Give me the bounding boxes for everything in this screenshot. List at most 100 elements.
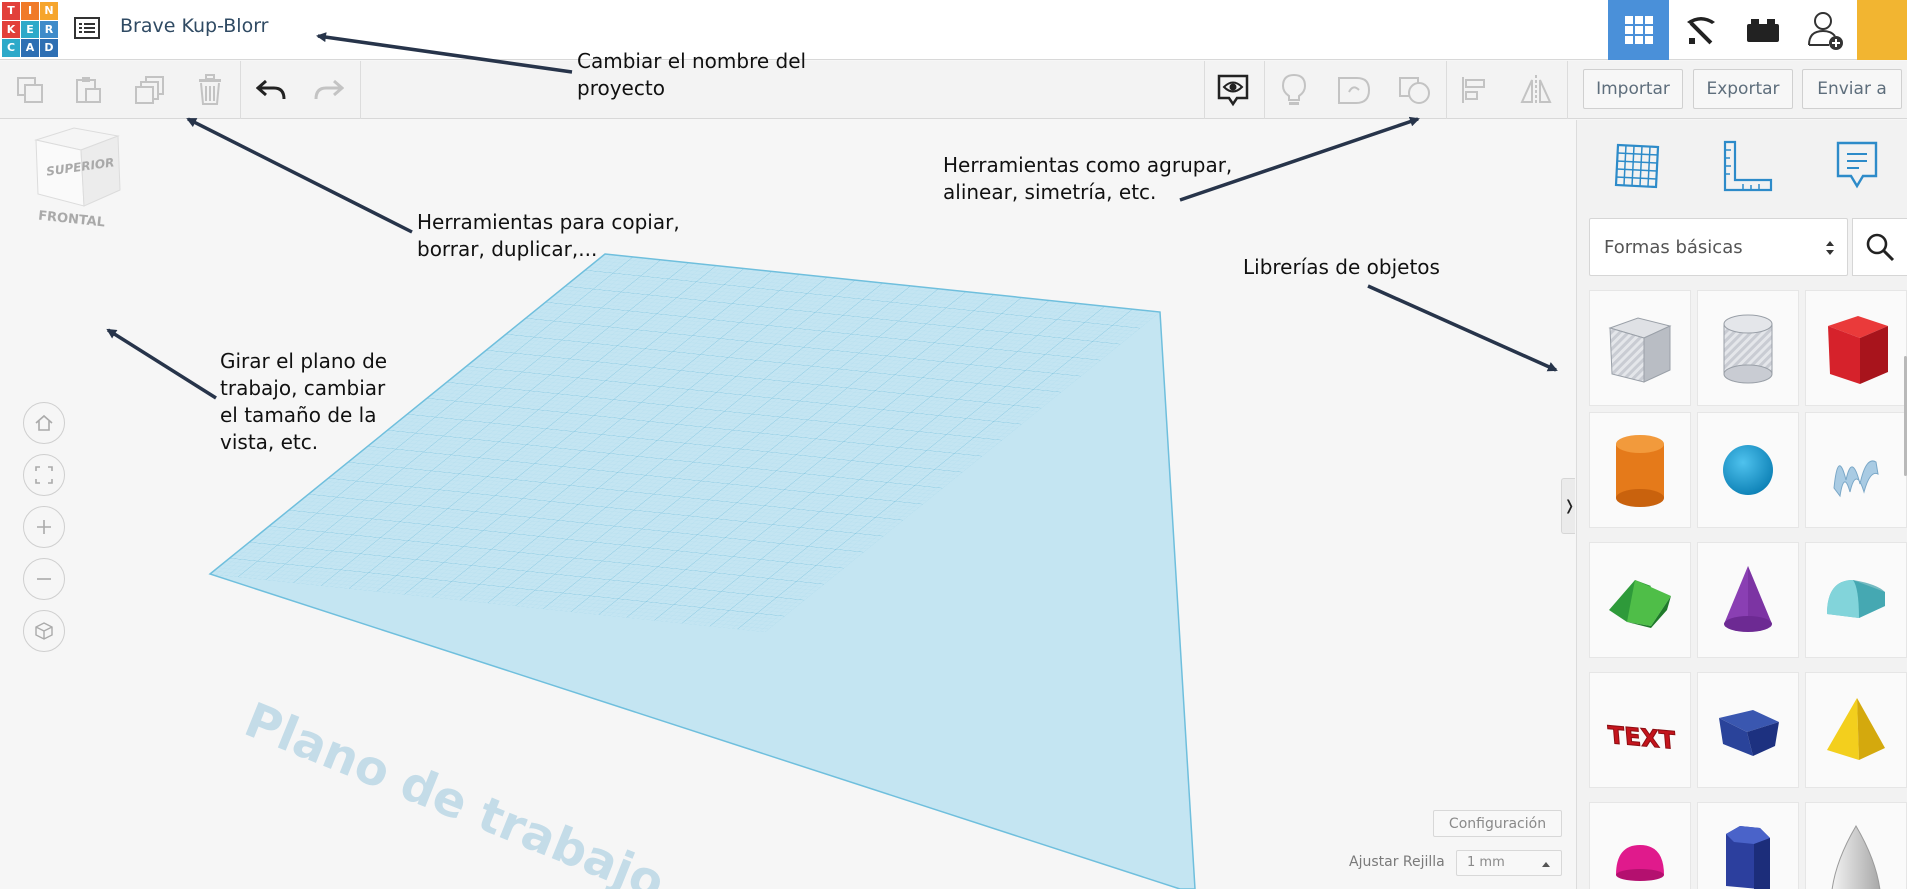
project-name[interactable]: Brave Kup-Blorr	[120, 15, 268, 37]
caret-up-icon	[1542, 862, 1550, 867]
export-button[interactable]: Exportar	[1693, 69, 1793, 109]
shape-wedge[interactable]	[1697, 672, 1799, 788]
shape-cylinder[interactable]	[1589, 412, 1691, 528]
plus-icon	[37, 520, 51, 534]
yellow-pyramid-icon	[1827, 698, 1885, 760]
library-select[interactable]: Formas básicas	[1589, 218, 1848, 276]
mirror-button[interactable]	[1516, 71, 1556, 109]
annotation-view-controls: Girar el plano de trabajo, cambiar el ta…	[220, 348, 387, 456]
workplane-grid-icon	[1614, 143, 1660, 189]
shape-cone[interactable]	[1697, 542, 1799, 658]
logo-letter: K	[2, 20, 20, 38]
shape-polygon[interactable]	[1697, 802, 1799, 889]
annotation-line: el tamaño de la	[220, 403, 377, 427]
gray-paraboloid-icon	[1831, 825, 1881, 889]
zoom-in-button[interactable]	[23, 506, 65, 548]
shape-cylinder-hole[interactable]	[1697, 290, 1799, 406]
redo-icon	[314, 79, 344, 100]
cylinder-hole-icon	[1723, 314, 1773, 384]
toolbar-separator	[1204, 61, 1205, 119]
scribble-icon	[1833, 460, 1879, 498]
snap-grid-select[interactable]: 1 mm	[1456, 850, 1562, 876]
shape-half-sphere[interactable]	[1589, 802, 1691, 889]
annotation-line: vista, etc.	[220, 430, 319, 454]
account-button[interactable]	[1794, 0, 1855, 60]
toolbar-separator	[1567, 61, 1568, 119]
annotation-line: Girar el plano de	[220, 349, 388, 373]
green-roof-icon	[1609, 580, 1671, 628]
annotation-line: proyecto	[577, 76, 665, 100]
group-icon	[1338, 77, 1371, 104]
fit-view-button[interactable]	[23, 454, 65, 496]
annotation-line: Herramientas para copiar,	[417, 210, 680, 234]
shape-pyramid[interactable]	[1805, 672, 1907, 788]
duplicate-button[interactable]	[130, 71, 170, 109]
annotation-library: Librerías de objetos	[1243, 255, 1440, 279]
workplane-grid[interactable]	[0, 120, 1575, 889]
list-icon	[74, 17, 100, 39]
tinkercad-logo[interactable]: T I N K E R C A D	[2, 2, 58, 57]
home-view-button[interactable]	[23, 402, 65, 444]
logo-letter: T	[2, 2, 20, 20]
blocks-view-button[interactable]	[1670, 0, 1731, 60]
paste-icon	[76, 77, 101, 103]
align-button[interactable]	[1455, 71, 1495, 109]
copy-button[interactable]	[10, 71, 50, 109]
top-bar: T I N K E R C A D Brave Kup-Blorr	[0, 0, 1907, 60]
search-icon	[1866, 233, 1895, 262]
pickaxe-icon	[1686, 17, 1715, 45]
edit-toolbar: Importar Exportar Enviar a	[0, 61, 1907, 119]
bricks-view-button[interactable]	[1732, 0, 1793, 60]
teal-round-roof-icon	[1827, 580, 1885, 618]
annotation-line: trabajo, cambiar	[220, 376, 386, 400]
logo-letter: D	[40, 39, 58, 57]
shape-box-hole[interactable]	[1589, 290, 1691, 406]
workplane-area[interactable]: Plano de trabajo SUPERIOR FRONTAL Config…	[0, 120, 1575, 889]
shape-paraboloid[interactable]	[1805, 802, 1907, 889]
settings-button[interactable]: Configuración	[1433, 810, 1562, 837]
group-button[interactable]	[1334, 71, 1374, 109]
shape-text[interactable]: TEXT	[1589, 672, 1691, 788]
annotation-line: Herramientas como agrupar,	[943, 153, 1233, 177]
perspective-button[interactable]	[23, 610, 65, 652]
shape-roof[interactable]	[1589, 542, 1691, 658]
3d-design-view-button[interactable]	[1608, 0, 1669, 60]
toolbar-separator	[1264, 61, 1265, 119]
ungroup-icon	[1399, 77, 1430, 104]
undo-icon	[256, 79, 286, 100]
delete-button[interactable]	[190, 71, 230, 109]
brick-icon	[1746, 19, 1779, 42]
logo-letter: R	[40, 20, 58, 38]
undo-button[interactable]	[251, 71, 291, 109]
ruler-tool-button[interactable]	[1717, 136, 1777, 196]
shape-round-roof[interactable]	[1805, 542, 1907, 658]
redo-button[interactable]	[309, 71, 349, 109]
design-list-button[interactable]	[72, 13, 102, 43]
box-hole-icon	[1608, 317, 1672, 383]
ungroup-button[interactable]	[1395, 71, 1435, 109]
shapes-panel: Formas básicas TEXT	[1576, 120, 1907, 889]
toolbar-separator	[360, 61, 361, 119]
send-to-button[interactable]: Enviar a	[1802, 69, 1902, 109]
panel-collapse-button[interactable]: ❭	[1561, 478, 1575, 534]
notes-visibility-button[interactable]	[1213, 71, 1253, 109]
logo-letter: E	[21, 20, 39, 38]
zoom-out-button[interactable]	[23, 558, 65, 600]
paste-button[interactable]	[68, 71, 108, 109]
show-all-button[interactable]	[1274, 71, 1314, 109]
search-shapes-button[interactable]	[1852, 218, 1907, 276]
grid-view-icon	[1624, 16, 1653, 44]
annotation-line: Cambiar el nombre del	[577, 49, 807, 73]
import-button[interactable]: Importar	[1583, 69, 1683, 109]
shape-box[interactable]	[1805, 290, 1907, 406]
blue-polygon-icon	[1726, 826, 1770, 889]
mirror-icon	[1520, 75, 1552, 105]
shape-sphere[interactable]	[1697, 412, 1799, 528]
notes-tool-button[interactable]	[1827, 136, 1887, 196]
shape-scribble[interactable]	[1805, 412, 1907, 528]
view-cube[interactable]: SUPERIOR FRONTAL	[26, 120, 126, 260]
logo-letter: I	[21, 2, 39, 20]
workplane-tool-button[interactable]	[1607, 136, 1667, 196]
annotation-group-tools: Herramientas como agrupar, alinear, sime…	[943, 152, 1232, 206]
view-cube-icon	[34, 127, 121, 207]
